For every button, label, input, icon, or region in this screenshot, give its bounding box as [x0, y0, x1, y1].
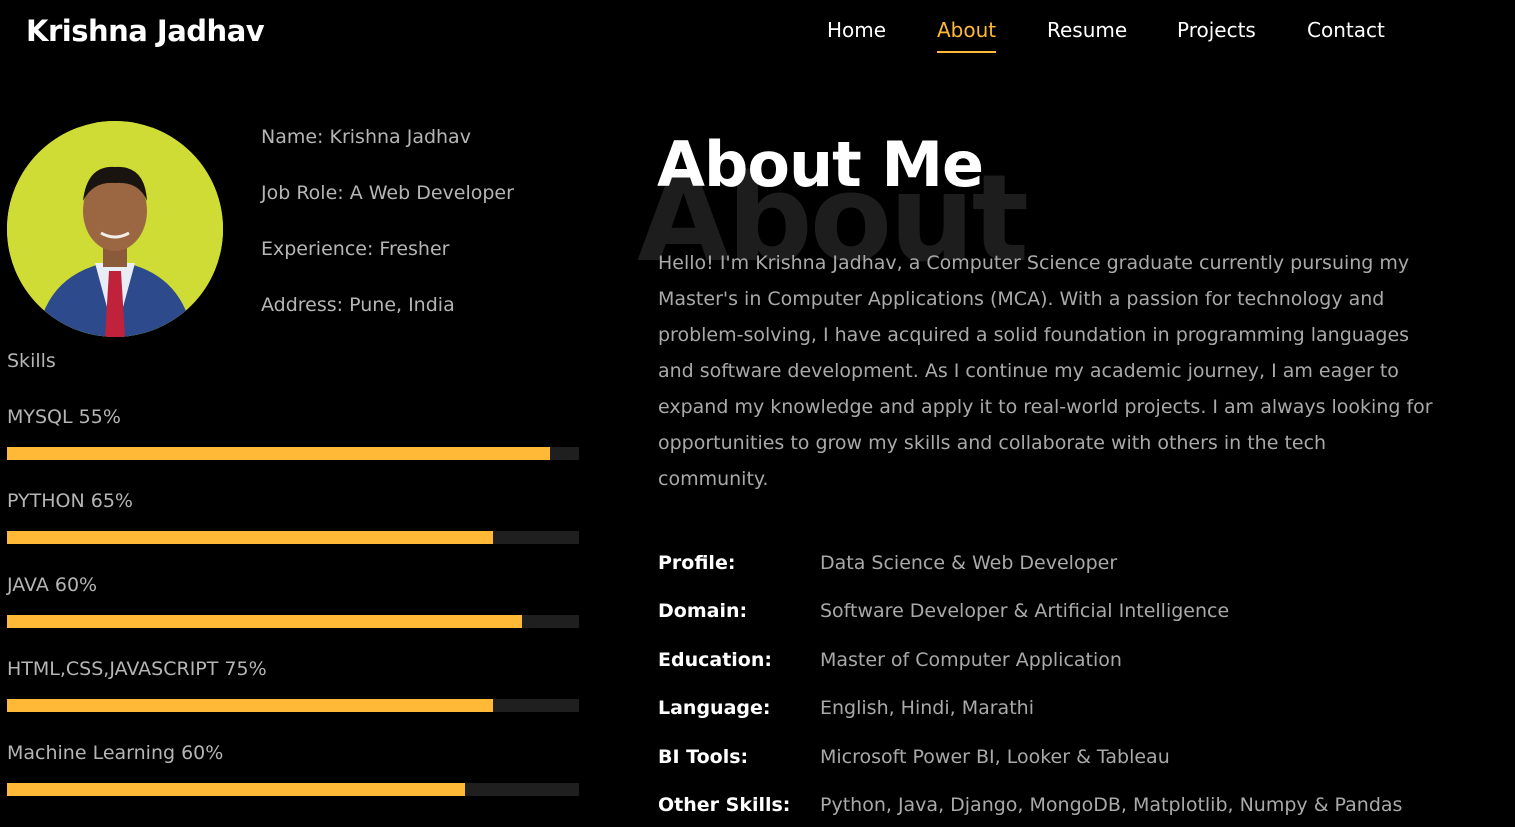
skill-progress-bar: [7, 699, 579, 712]
person-illustration: [7, 121, 223, 337]
about-paragraph: Hello! I'm Krishna Jadhav, a Computer Sc…: [658, 252, 1433, 490]
detail-value-profile: Data Science & Web Developer: [820, 552, 1118, 574]
nav-contact[interactable]: Contact: [1307, 18, 1385, 42]
skill-label: Machine Learning 60%: [7, 742, 224, 764]
skill-label: JAVA 60%: [7, 574, 98, 596]
nav-home[interactable]: Home: [827, 18, 886, 42]
detail-value-education: Master of Computer Application: [820, 649, 1122, 671]
profile-job-role: Job Role: A Web Developer: [261, 182, 514, 204]
skill-label: MYSQL 55%: [7, 406, 121, 428]
about-title: About Me: [657, 128, 984, 201]
nav-about-label: About: [937, 18, 997, 42]
skill-progress-fill: [7, 531, 494, 544]
profile-experience: Experience: Fresher: [261, 238, 450, 260]
skill-progress-fill: [7, 783, 465, 796]
detail-key-bi-tools: BI Tools:: [658, 746, 749, 768]
skill-progress-fill: [7, 447, 551, 460]
skill-label: HTML,CSS,JAVASCRIPT 75%: [7, 658, 267, 680]
profile-address: Address: Pune, India: [261, 294, 455, 316]
detail-key-language: Language:: [658, 697, 771, 719]
skills-heading: Skills: [7, 350, 56, 372]
detail-key-profile: Profile:: [658, 552, 736, 574]
profile-name: Name: Krishna Jadhav: [261, 126, 471, 148]
detail-value-domain: Software Developer & Artificial Intellig…: [820, 600, 1230, 622]
skill-progress-bar: [7, 783, 579, 796]
detail-value-language: English, Hindi, Marathi: [820, 697, 1034, 719]
detail-value-bi-tools: Microsoft Power BI, Looker & Tableau: [820, 746, 1170, 768]
nav-active-underline: [937, 51, 997, 53]
detail-key-domain: Domain:: [658, 600, 748, 622]
detail-value-other-skills: Python, Java, Django, MongoDB, Matplotli…: [820, 794, 1403, 816]
main-nav: Home About Resume Projects Contact: [0, 18, 1515, 58]
nav-projects[interactable]: Projects: [1177, 18, 1256, 42]
skill-progress-bar: [7, 615, 579, 628]
nav-about[interactable]: About: [937, 18, 997, 53]
skill-progress-bar: [7, 447, 579, 460]
skill-progress-fill: [7, 615, 522, 628]
nav-resume[interactable]: Resume: [1047, 18, 1127, 42]
skill-progress-fill: [7, 699, 494, 712]
skill-progress-bar: [7, 531, 579, 544]
detail-key-education: Education:: [658, 649, 772, 671]
skill-label: PYTHON 65%: [7, 490, 133, 512]
profile-avatar: [7, 121, 223, 337]
detail-key-other-skills: Other Skills:: [658, 794, 791, 816]
